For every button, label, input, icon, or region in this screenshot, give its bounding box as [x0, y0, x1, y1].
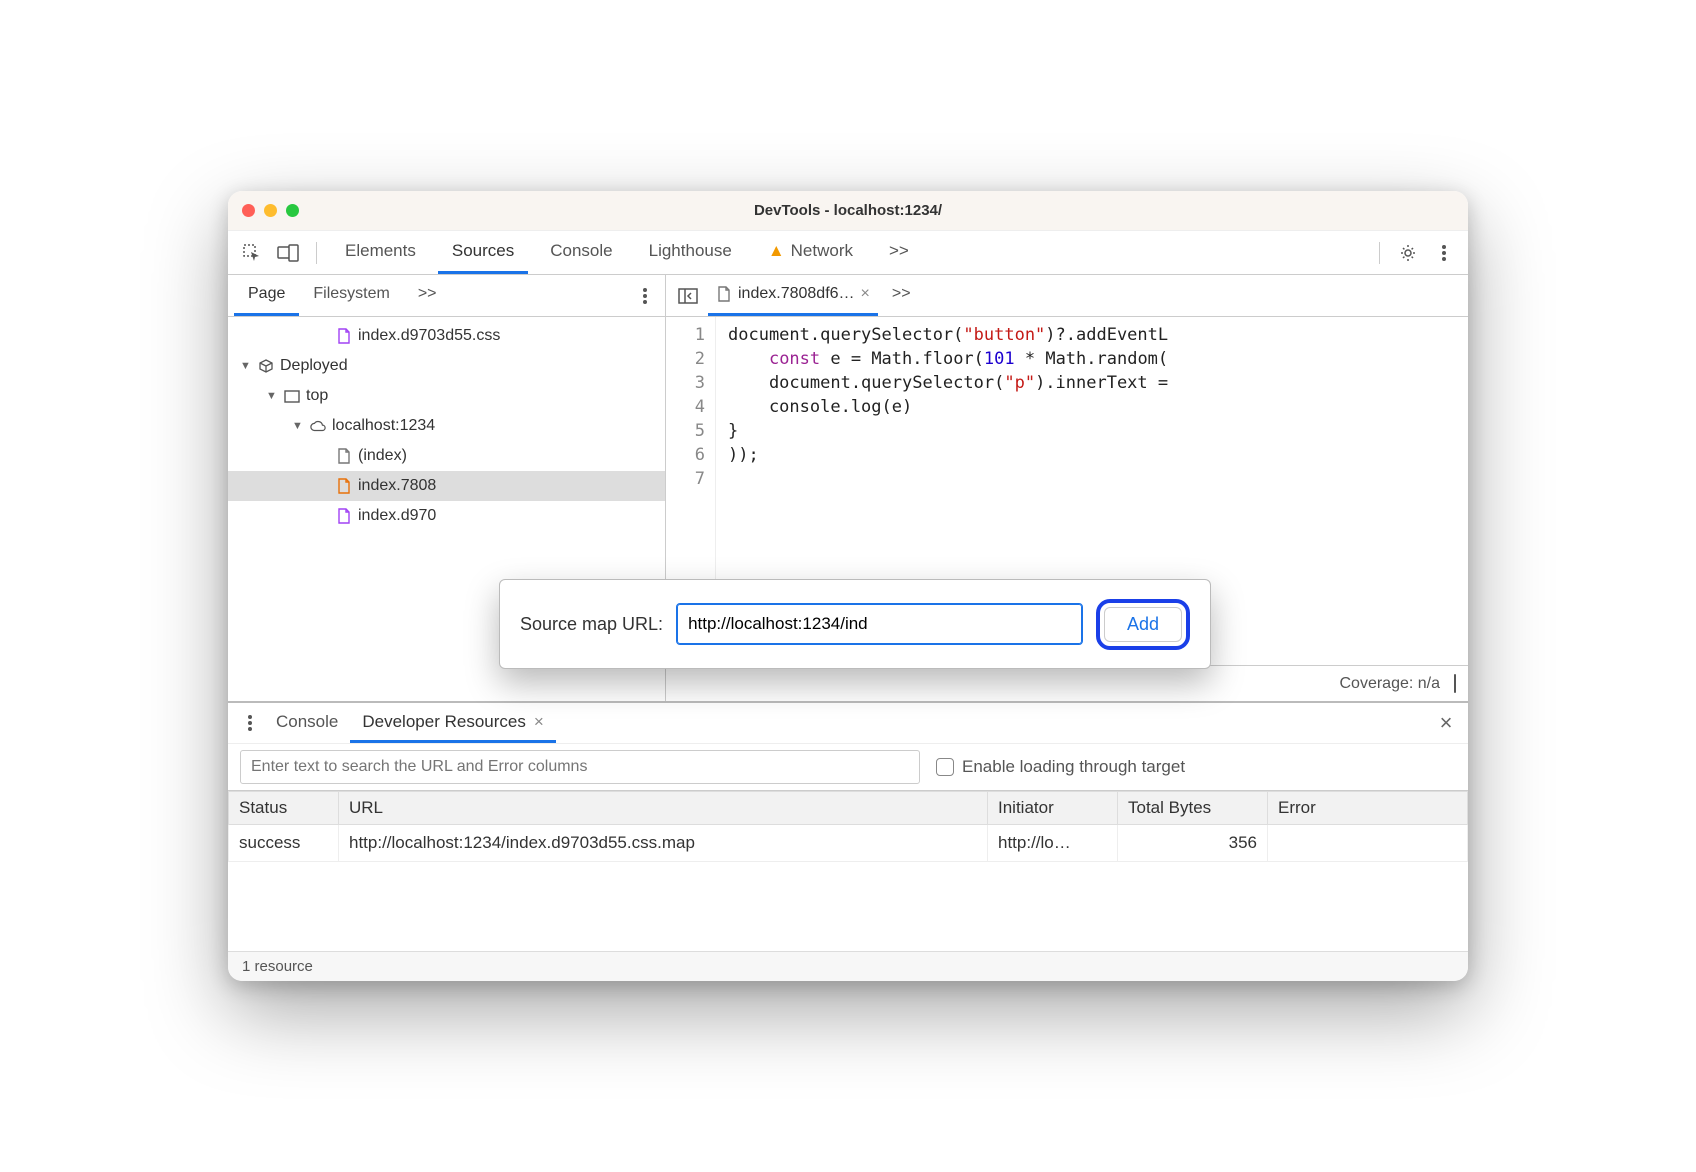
- col-initiator[interactable]: Initiator: [988, 792, 1118, 825]
- minimize-window-button[interactable]: [264, 204, 277, 217]
- add-button-highlight: Add: [1096, 599, 1190, 650]
- drawer: Console Developer Resources × × Enable l…: [228, 701, 1468, 981]
- checkbox-label: Enable loading through target: [962, 757, 1185, 777]
- drawer-tabs: Console Developer Resources × ×: [228, 703, 1468, 743]
- close-window-button[interactable]: [242, 204, 255, 217]
- chevron-down-icon: ▼: [292, 420, 304, 432]
- tree-deployed[interactable]: ▼ Deployed: [228, 351, 665, 381]
- tree-label: (index): [358, 447, 407, 465]
- coverage-label: Coverage: n/a: [1339, 675, 1440, 693]
- main-toolbar: Elements Sources Console Lighthouse ▲ Ne…: [228, 231, 1468, 275]
- resources-table: Status URL Initiator Total Bytes Error s…: [228, 791, 1468, 862]
- sources-menu-icon[interactable]: [631, 282, 659, 310]
- tree-file-js[interactable]: index.7808: [228, 471, 665, 501]
- col-total-bytes[interactable]: Total Bytes: [1118, 792, 1268, 825]
- tree-index[interactable]: (index): [228, 441, 665, 471]
- tree-label: index.d9703d55.css: [358, 327, 500, 345]
- js-file-icon: [716, 285, 732, 303]
- chevron-down-icon: ▼: [266, 390, 278, 402]
- traffic-lights: [242, 204, 299, 217]
- cell-status: success: [229, 825, 339, 862]
- col-error[interactable]: Error: [1268, 792, 1468, 825]
- kebab-menu-icon[interactable]: [1430, 239, 1458, 267]
- tab-network[interactable]: ▲ Network: [754, 231, 867, 274]
- tree-host[interactable]: ▼ localhost:1234: [228, 411, 665, 441]
- editor-tab-active[interactable]: index.7808df6… ×: [708, 275, 878, 316]
- drawer-tab-console[interactable]: Console: [264, 703, 350, 743]
- tree-label: index.d970: [358, 507, 436, 525]
- subtab-page[interactable]: Page: [234, 275, 299, 316]
- expand-panel-icon[interactable]: [1454, 675, 1456, 693]
- drawer-tab-label: Developer Resources: [362, 712, 525, 732]
- tab-sources[interactable]: Sources: [438, 231, 528, 274]
- tree-top[interactable]: ▼ top: [228, 381, 665, 411]
- maximize-window-button[interactable]: [286, 204, 299, 217]
- col-url[interactable]: URL: [339, 792, 988, 825]
- source-map-url-input[interactable]: [677, 604, 1082, 644]
- resources-table-wrap: Status URL Initiator Total Bytes Error s…: [228, 791, 1468, 951]
- tree-file-css2[interactable]: index.d970: [228, 501, 665, 531]
- drawer-footer: 1 resource: [228, 951, 1468, 981]
- editor-tab-label: index.7808df6…: [738, 285, 855, 303]
- subtabs-overflow[interactable]: >>: [404, 275, 451, 316]
- document-icon: [336, 447, 352, 465]
- chevron-down-icon: ▼: [240, 360, 252, 372]
- tree-label: top: [306, 387, 328, 405]
- subtab-filesystem[interactable]: Filesystem: [299, 275, 403, 316]
- tabs-overflow[interactable]: >>: [875, 231, 923, 274]
- sources-subtabs: Page Filesystem >>: [228, 275, 665, 317]
- css-file-icon: [336, 327, 352, 345]
- titlebar: DevTools - localhost:1234/: [228, 191, 1468, 231]
- cell-bytes: 356: [1118, 825, 1268, 862]
- editor-tabs-overflow[interactable]: >>: [884, 275, 919, 316]
- popup-label: Source map URL:: [520, 614, 663, 635]
- source-map-popup: Source map URL: Add: [499, 579, 1211, 669]
- drawer-search-input[interactable]: [240, 750, 920, 784]
- close-drawer-icon[interactable]: ×: [1432, 709, 1460, 737]
- window-title: DevTools - localhost:1234/: [228, 202, 1468, 219]
- toggle-navigator-icon[interactable]: [674, 282, 702, 310]
- tab-network-label: Network: [791, 241, 853, 261]
- editor-tabbar: index.7808df6… × >>: [666, 275, 1468, 317]
- cell-url: http://localhost:1234/index.d9703d55.css…: [339, 825, 988, 862]
- settings-icon[interactable]: [1394, 239, 1422, 267]
- cloud-icon: [310, 417, 326, 435]
- enable-loading-checkbox[interactable]: Enable loading through target: [936, 757, 1185, 777]
- close-drawer-tab-icon[interactable]: ×: [534, 712, 544, 732]
- device-toolbar-icon[interactable]: [274, 239, 302, 267]
- tab-console[interactable]: Console: [536, 231, 626, 274]
- devtools-window: DevTools - localhost:1234/ Elements Sour…: [228, 191, 1468, 981]
- drawer-controls: Enable loading through target: [228, 743, 1468, 791]
- tree-label: localhost:1234: [332, 417, 435, 435]
- frame-icon: [284, 387, 300, 405]
- col-status[interactable]: Status: [229, 792, 339, 825]
- checkbox-icon: [936, 758, 954, 776]
- editor-status-strip: Coverage: n/a: [666, 665, 1468, 701]
- js-file-icon: [336, 477, 352, 495]
- close-tab-icon[interactable]: ×: [861, 285, 870, 303]
- cube-icon: [258, 357, 274, 375]
- warning-icon: ▲: [768, 241, 785, 261]
- table-row[interactable]: success http://localhost:1234/index.d970…: [229, 825, 1468, 862]
- tab-elements[interactable]: Elements: [331, 231, 430, 274]
- css-file-icon: [336, 507, 352, 525]
- tree-label: Deployed: [280, 357, 348, 375]
- cell-error: [1268, 825, 1468, 862]
- add-button[interactable]: Add: [1104, 607, 1182, 642]
- cell-initiator: http://lo…: [988, 825, 1118, 862]
- drawer-tab-developer-resources[interactable]: Developer Resources ×: [350, 703, 555, 743]
- tab-lighthouse[interactable]: Lighthouse: [635, 231, 746, 274]
- inspect-element-icon[interactable]: [238, 239, 266, 267]
- tree-file-css[interactable]: index.d9703d55.css: [228, 321, 665, 351]
- tree-label: index.7808: [358, 477, 436, 495]
- drawer-menu-icon[interactable]: [236, 709, 264, 737]
